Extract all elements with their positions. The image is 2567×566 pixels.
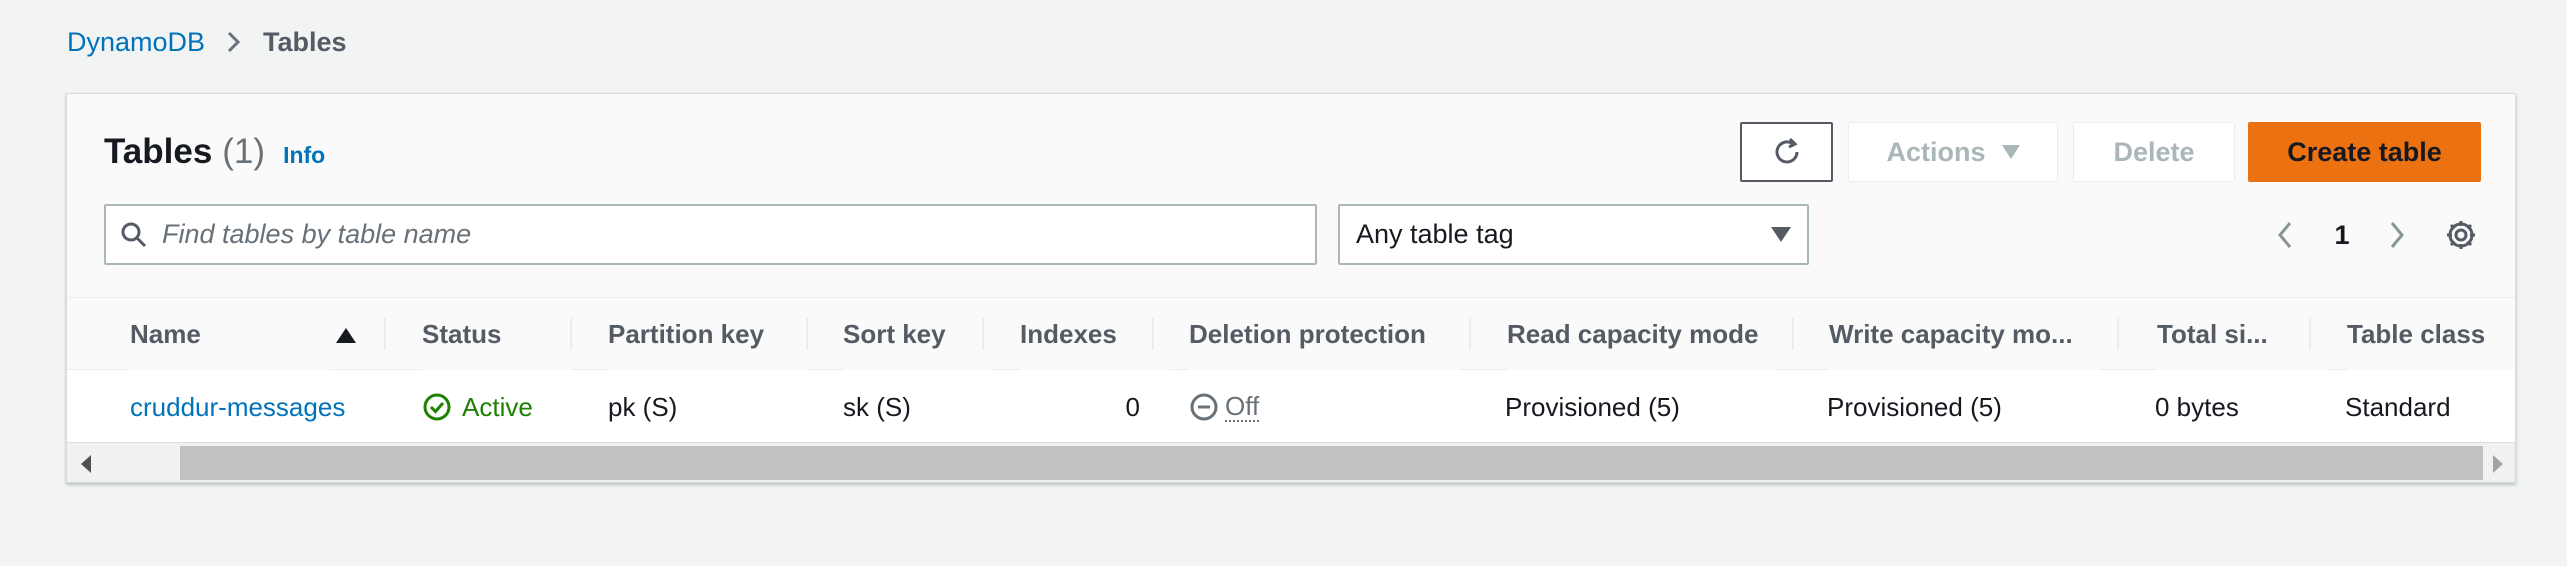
search-input[interactable] [162,219,1315,250]
status-badge: Active [422,370,572,444]
table-tag-value: Any table tag [1356,219,1514,249]
table-name-link[interactable]: cruddur-messages [130,370,370,444]
chevron-left-icon [2278,222,2292,248]
column-header-sort-key[interactable]: Sort key [843,298,993,370]
column-divider[interactable] [2309,318,2311,350]
partition-key-cell: pk (S) [608,392,678,422]
gear-icon [2447,221,2475,249]
deletion-protection-cell[interactable]: Off [1189,370,1449,444]
status-text: Active [462,392,533,422]
breadcrumb-current: Tables [263,27,347,57]
preferences-button[interactable] [2438,212,2484,258]
column-divider[interactable] [806,318,808,350]
column-divider[interactable] [1792,318,1794,350]
breadcrumb: DynamoDB Tables [67,26,347,58]
indexes-cell: 0 [1125,392,1140,422]
table-class-cell: Standard [2345,392,2451,422]
column-divider[interactable] [982,318,984,350]
column-header-name[interactable]: Name [130,298,330,370]
column-divider[interactable] [2117,318,2119,350]
column-divider[interactable] [384,318,386,350]
previous-page-button[interactable] [2265,206,2305,264]
column-divider[interactable] [570,318,572,350]
total-size-cell: 0 bytes [2155,392,2239,422]
chevron-right-icon [227,31,241,53]
column-header-write-capacity-mode[interactable]: Write capacity mo... [1829,298,2099,370]
actions-label: Actions [1886,136,1986,167]
write-capacity-cell: Provisioned (5) [1827,392,2002,422]
caret-down-icon [2001,145,2020,159]
minus-circle-icon [1190,393,1218,421]
column-header-indexes[interactable]: Indexes [1020,298,1170,370]
search-field[interactable] [104,204,1317,265]
table-count: (1) [222,132,266,171]
next-page-button[interactable] [2377,206,2417,264]
delete-button[interactable]: Delete [2073,122,2235,182]
column-header-deletion-protection[interactable]: Deletion protection [1189,298,1459,370]
table-tag-select[interactable]: Any table tag [1338,204,1809,265]
scroll-left-arrow-icon[interactable] [81,455,91,473]
column-header-total-size[interactable]: Total si... [2157,298,2327,370]
page-title-text: Tables [104,132,213,171]
sort-key-cell: sk (S) [843,392,911,422]
column-header-partition-key[interactable]: Partition key [608,298,808,370]
actions-button[interactable]: Actions [1848,122,2058,182]
create-table-button[interactable]: Create table [2248,122,2481,182]
search-icon [121,222,147,247]
deletion-protection-text: Off [1225,391,1260,422]
column-divider[interactable] [1152,318,1154,350]
breadcrumb-dynamodb-link[interactable]: DynamoDB [67,26,205,58]
info-link[interactable]: Info [283,142,325,169]
scroll-right-arrow-icon[interactable] [2493,455,2503,473]
column-header-status[interactable]: Status [422,298,572,370]
page-title: Tables (1) Info [104,132,325,172]
refresh-icon [1775,137,1798,164]
chevron-right-icon [2390,222,2404,248]
refresh-button[interactable] [1740,122,1833,182]
tables-panel: Tables (1) Info Actions Delete Create ta… [66,93,2516,483]
sort-ascending-icon[interactable] [336,328,356,343]
read-capacity-cell: Provisioned (5) [1505,392,1680,422]
check-circle-icon [423,393,451,421]
column-divider[interactable] [1469,318,1471,350]
column-header-table-class[interactable]: Table class [2347,298,2515,370]
caret-down-icon [1771,227,1791,242]
horizontal-scrollbar[interactable] [67,442,2515,482]
current-page[interactable]: 1 [2322,206,2362,264]
scrollbar-thumb[interactable] [180,446,2483,480]
tables-table: Name Status Partition key Sort key Index… [67,297,2515,447]
column-header-read-capacity-mode[interactable]: Read capacity mode [1507,298,1777,370]
